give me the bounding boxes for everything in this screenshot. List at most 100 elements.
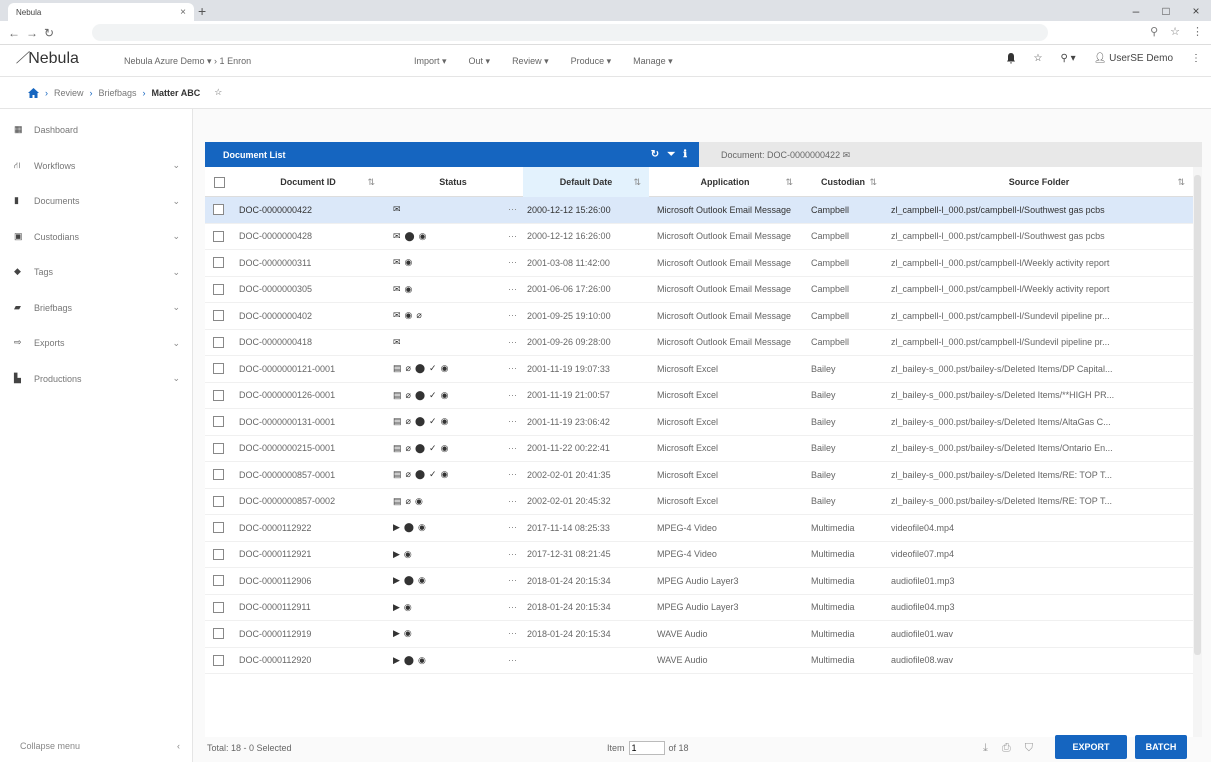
scrollbar-thumb[interactable] bbox=[1194, 175, 1201, 655]
row-checkbox[interactable] bbox=[213, 336, 224, 348]
sidebar-item-briefbags[interactable]: ▰ Briefbags ⌄ bbox=[14, 297, 180, 319]
row-checkbox[interactable] bbox=[213, 416, 224, 428]
table-row[interactable]: DOC-0000000422 ✉ ⋯ 2000-12-12 15:26:00 Micro… bbox=[205, 197, 1193, 224]
row-checkbox[interactable] bbox=[213, 310, 224, 322]
menu-produce[interactable]: Produce ▾ bbox=[571, 56, 612, 67]
table-row[interactable]: DOC-0000000418 ✉ ⋯ 2001-09-26 09:28:00 Micro… bbox=[205, 330, 1193, 356]
row-checkbox[interactable] bbox=[213, 442, 224, 454]
table-row[interactable]: DOC-0000000857-0002 ▤ ⌀ ◉ ⋯ 2002-02-01 20:45:… bbox=[205, 489, 1193, 515]
window-minimize-button[interactable]: – bbox=[1121, 2, 1151, 20]
breadcrumb-review[interactable]: Review bbox=[54, 88, 84, 98]
column-header-application[interactable]: Application ⇅ bbox=[649, 167, 801, 197]
column-header-default-date[interactable]: Default Date ⇅ bbox=[523, 167, 649, 197]
menu-import[interactable]: Import ▾ bbox=[414, 56, 447, 67]
more-icon[interactable]: ⋯ bbox=[508, 363, 517, 374]
column-header-source-folder[interactable]: Source Folder ⇅ bbox=[885, 167, 1193, 197]
table-row[interactable]: DOC-0000000131-0001 ▤ ⌀ ⬤ ✓ ◉ ⋯ 2001-11-19 23:0… bbox=[205, 409, 1193, 436]
more-icon[interactable]: ⋯ bbox=[508, 628, 517, 639]
table-row[interactable]: DOC-0000000305 ✉ ◉ ⋯ 2001-06-06 17:26:00 Micr… bbox=[205, 277, 1193, 303]
more-icon[interactable]: ⋯ bbox=[508, 602, 517, 613]
sort-icon[interactable]: ⇅ bbox=[367, 177, 375, 188]
notification-bell-icon[interactable] bbox=[1006, 53, 1016, 64]
row-checkbox[interactable] bbox=[213, 601, 224, 613]
refresh-icon[interactable]: ↻ bbox=[651, 149, 659, 160]
search-icon[interactable]: ⚲ ▾ bbox=[1060, 53, 1075, 64]
extension-icon[interactable]: ⚲ bbox=[1150, 25, 1158, 38]
table-row[interactable]: DOC-0000000311 ✉ ◉ ⋯ 2001-03-08 11:42:00 Micr… bbox=[205, 250, 1193, 277]
sidebar-item-custodians[interactable]: ▣ Custodians ⌄ bbox=[14, 226, 180, 248]
more-icon[interactable]: ⋯ bbox=[508, 443, 517, 454]
row-checkbox[interactable] bbox=[213, 363, 224, 375]
table-row[interactable]: DOC-0000000126-0001 ▤ ⌀ ⬤ ✓ ◉ ⋯ 2001-11-19 21:0… bbox=[205, 383, 1193, 409]
info-icon[interactable]: ℹ bbox=[683, 149, 687, 160]
table-row[interactable]: DOC-0000112920 ▶ ⬤ ◉ ⋯ WAVE Audio Multimedia au… bbox=[205, 648, 1193, 674]
sidebar-item-dashboard[interactable]: ▦ Dashboard bbox=[14, 119, 180, 141]
back-icon[interactable]: ← bbox=[8, 26, 20, 40]
column-header-status[interactable]: Status bbox=[383, 167, 523, 197]
more-icon[interactable]: ⋯ bbox=[508, 522, 517, 533]
app-menu-dots-icon[interactable]: ⋮ bbox=[1191, 53, 1201, 64]
sort-icon[interactable]: ⇅ bbox=[785, 177, 793, 188]
sidebar-item-documents[interactable]: ▮ Documents ⌄ bbox=[14, 190, 180, 212]
table-row[interactable]: DOC-0000112911 ▶ ◉ ⋯ 2018-01-24 20:15:34 MPEG… bbox=[205, 595, 1193, 621]
more-icon[interactable]: ⋯ bbox=[508, 655, 517, 666]
menu-review[interactable]: Review ▾ bbox=[512, 56, 549, 67]
browser-tab[interactable]: Nebula × bbox=[8, 3, 194, 21]
favorite-star-icon[interactable]: ☆ bbox=[214, 87, 222, 98]
bookmark-star-icon[interactable]: ☆ bbox=[1170, 25, 1180, 38]
table-row[interactable]: DOC-0000000121-0001 ▤ ⌀ ⬤ ✓ ◉ ⋯ 2001-11-19 19:0… bbox=[205, 356, 1193, 383]
row-checkbox[interactable] bbox=[213, 522, 224, 534]
user-menu[interactable]: 👤︎ UserSE Demo bbox=[1094, 53, 1173, 64]
menu-manage[interactable]: Manage ▾ bbox=[633, 56, 673, 67]
table-row[interactable]: DOC-0000112906 ▶ ⬤ ◉ ⋯ 2018-01-24 20:15:34 MPE… bbox=[205, 568, 1193, 595]
row-checkbox[interactable] bbox=[213, 283, 224, 295]
table-row[interactable]: DOC-0000112919 ▶ ◉ ⋯ 2018-01-24 20:15:34 WAVE… bbox=[205, 621, 1193, 648]
sidebar-item-exports[interactable]: ⇨ Exports ⌄ bbox=[14, 332, 180, 354]
column-header-custodian[interactable]: Custodian ⇅ bbox=[801, 167, 885, 197]
more-icon[interactable]: ⋯ bbox=[508, 204, 517, 215]
item-page-input[interactable] bbox=[628, 741, 665, 755]
tab-document-list[interactable]: Document List ↻ ⏷ ℹ bbox=[205, 142, 699, 167]
row-checkbox[interactable] bbox=[213, 628, 224, 640]
more-icon[interactable]: ⋯ bbox=[508, 231, 517, 242]
reload-icon[interactable]: ↻ bbox=[44, 26, 54, 40]
more-icon[interactable]: ⋯ bbox=[508, 496, 517, 507]
column-header-document-id[interactable]: Document ID ⇅ bbox=[233, 167, 383, 197]
sort-icon[interactable]: ⇅ bbox=[1177, 177, 1185, 188]
document-viewer-label[interactable]: Document: DOC-0000000422 ✉ bbox=[721, 150, 850, 161]
row-checkbox[interactable] bbox=[213, 469, 224, 481]
new-tab-button[interactable]: + bbox=[198, 3, 206, 19]
menu-dots-icon[interactable]: ⋮ bbox=[1192, 25, 1203, 38]
more-icon[interactable]: ⋯ bbox=[508, 469, 517, 480]
tag-icon[interactable]: ⛉ bbox=[1025, 742, 1033, 755]
table-row[interactable]: DOC-0000000215-0001 ▤ ⌀ ⬤ ✓ ◉ ⋯ 2001-11-22 00:2… bbox=[205, 436, 1193, 462]
download-icon[interactable]: ⤓ bbox=[983, 742, 988, 755]
menu-out[interactable]: Out ▾ bbox=[469, 56, 491, 67]
nebula-logo[interactable]: ⟋ Nebula bbox=[16, 50, 79, 68]
sidebar-item-productions[interactable]: ▙ Productions ⌄ bbox=[14, 368, 180, 390]
table-row[interactable]: DOC-0000112921 ▶ ◉ ⋯ 2017-12-31 08:21:45 MPEG… bbox=[205, 542, 1193, 568]
row-checkbox[interactable] bbox=[213, 495, 224, 507]
collapse-menu-button[interactable]: Collapse menu ‹ bbox=[20, 741, 180, 751]
sort-icon[interactable]: ⇅ bbox=[633, 177, 641, 188]
more-icon[interactable]: ⋯ bbox=[508, 575, 517, 586]
row-checkbox[interactable] bbox=[213, 230, 224, 242]
sort-icon[interactable]: ⇅ bbox=[869, 177, 877, 188]
favorite-star-icon[interactable]: ☆ bbox=[1034, 53, 1043, 64]
more-icon[interactable]: ⋯ bbox=[508, 310, 517, 321]
forward-icon[interactable]: → bbox=[26, 26, 38, 40]
more-icon[interactable]: ⋯ bbox=[508, 284, 517, 295]
row-checkbox[interactable] bbox=[213, 575, 224, 587]
table-row[interactable]: DOC-0000112922 ▶ ⬤ ◉ ⋯ 2017-11-14 08:25:33 MPE… bbox=[205, 515, 1193, 542]
more-icon[interactable]: ⋯ bbox=[508, 257, 517, 268]
row-checkbox[interactable] bbox=[213, 654, 224, 666]
row-checkbox[interactable] bbox=[213, 389, 224, 401]
filter-icon[interactable]: ⏷ bbox=[667, 149, 675, 160]
more-icon[interactable]: ⋯ bbox=[508, 337, 517, 348]
sidebar-item-workflows[interactable]: ⛙ Workflows ⌄ bbox=[14, 155, 180, 177]
project-selector[interactable]: Nebula Azure Demo ▾ › 1 Enron bbox=[124, 56, 251, 67]
breadcrumb-briefbags[interactable]: Briefbags bbox=[99, 88, 137, 98]
table-row[interactable]: DOC-0000000857-0001 ▤ ⌀ ⬤ ✓ ◉ ⋯ 2002-02-01 20:4… bbox=[205, 462, 1193, 489]
row-checkbox[interactable] bbox=[213, 257, 224, 269]
print-icon[interactable]: ⎙ bbox=[1002, 742, 1011, 755]
